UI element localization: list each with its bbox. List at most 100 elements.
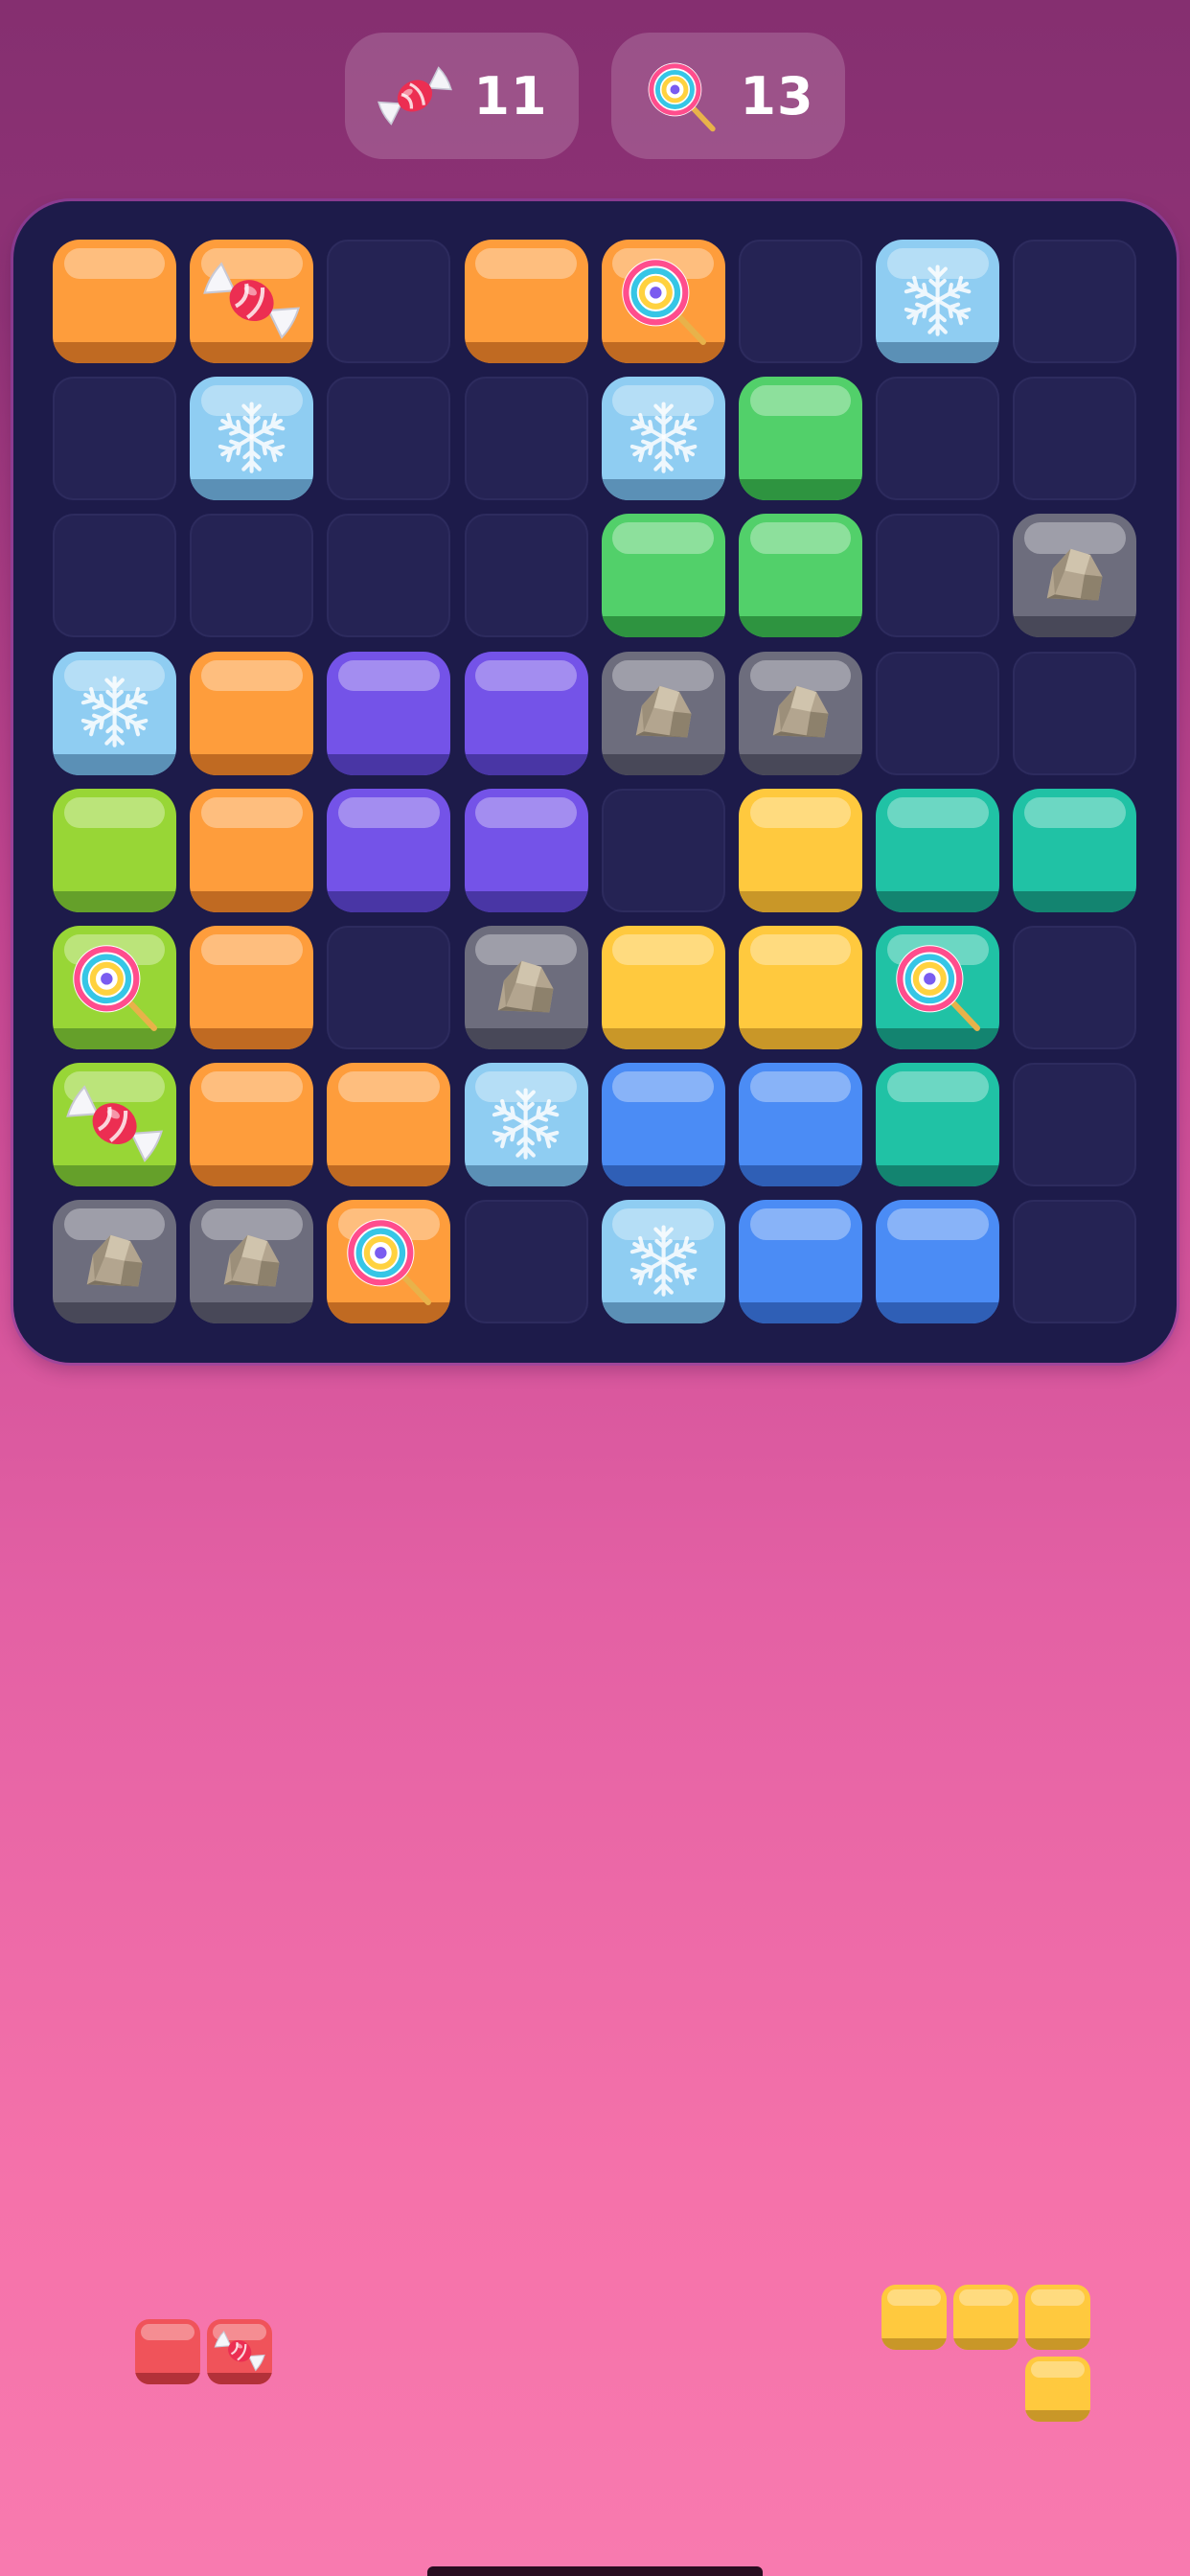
empty-cell[interactable] bbox=[1013, 1200, 1137, 1324]
blue-tile bbox=[739, 1200, 862, 1324]
empty-cell[interactable] bbox=[464, 377, 588, 501]
tile-gloss bbox=[200, 934, 303, 966]
orange-lollipop-tile bbox=[327, 1200, 451, 1324]
ice-snowflake-tile bbox=[876, 240, 1000, 363]
purple-tile bbox=[327, 651, 451, 775]
tile-shadow bbox=[953, 2338, 1018, 2350]
tray-yellow-block bbox=[1025, 2285, 1090, 2350]
yellow-tile bbox=[601, 926, 725, 1049]
lime-tile bbox=[53, 788, 176, 912]
empty-cell[interactable] bbox=[53, 514, 176, 638]
tile-shadow bbox=[190, 1028, 314, 1049]
tile-gloss bbox=[338, 659, 440, 691]
tile-gloss bbox=[886, 1071, 989, 1103]
teal-tile bbox=[876, 788, 1000, 912]
wrapped-candy-icon bbox=[203, 261, 301, 339]
green-tile bbox=[739, 377, 862, 501]
tile-shadow bbox=[739, 890, 862, 912]
tray-yellow-block bbox=[881, 2285, 947, 2350]
tile-shadow bbox=[1025, 2338, 1090, 2350]
empty-cell[interactable] bbox=[464, 514, 588, 638]
game-board[interactable] bbox=[13, 201, 1177, 1363]
tile-shadow bbox=[601, 1165, 725, 1187]
green-tile bbox=[601, 514, 725, 638]
tile-gloss bbox=[959, 2288, 1013, 2306]
ice-snowflake-tile bbox=[601, 1200, 725, 1324]
tile-gloss bbox=[886, 796, 989, 829]
tile-shadow bbox=[53, 890, 176, 912]
empty-cell[interactable] bbox=[53, 377, 176, 501]
tile-gloss bbox=[63, 248, 166, 280]
empty-cell[interactable] bbox=[739, 240, 862, 363]
empty-cell[interactable] bbox=[327, 926, 451, 1049]
orange-tile bbox=[190, 1063, 314, 1187]
blue-tile bbox=[876, 1200, 1000, 1324]
empty-cell[interactable] bbox=[1013, 240, 1137, 363]
tile-shadow bbox=[190, 753, 314, 775]
tile-shadow bbox=[876, 1165, 1000, 1187]
snowflake-icon bbox=[629, 402, 698, 473]
lollipop-icon bbox=[648, 62, 717, 132]
tile-gloss bbox=[887, 2288, 941, 2306]
tile-gloss bbox=[749, 522, 852, 554]
tile-gloss bbox=[475, 659, 577, 691]
gray-rock-tile bbox=[601, 651, 725, 775]
tile-shadow bbox=[190, 890, 314, 912]
empty-cell[interactable] bbox=[190, 514, 314, 638]
snowflake-icon bbox=[217, 402, 286, 473]
orange-tile bbox=[190, 788, 314, 912]
lollipop-icon bbox=[621, 258, 706, 345]
empty-cell[interactable] bbox=[601, 788, 725, 912]
goal-counters: 11 13 bbox=[0, 33, 1190, 159]
rock-icon bbox=[772, 685, 829, 738]
tile-shadow bbox=[601, 1028, 725, 1049]
candy-goal-counter: 11 bbox=[345, 33, 579, 159]
blue-tile bbox=[739, 1063, 862, 1187]
empty-cell[interactable] bbox=[327, 377, 451, 501]
empty-cell[interactable] bbox=[876, 514, 1000, 638]
tile-gloss bbox=[338, 1071, 440, 1103]
tile-shadow bbox=[135, 2373, 200, 2384]
tile-gloss bbox=[63, 796, 166, 829]
tile-shadow bbox=[327, 1165, 451, 1187]
blue-tile bbox=[601, 1063, 725, 1187]
tile-gloss bbox=[612, 1071, 715, 1103]
gray-rock-tile bbox=[190, 1200, 314, 1324]
orange-tile bbox=[327, 1063, 451, 1187]
snowflake-icon bbox=[80, 676, 149, 748]
tile-shadow bbox=[327, 753, 451, 775]
ice-snowflake-tile bbox=[190, 377, 314, 501]
candy-goal-count: 11 bbox=[473, 65, 548, 126]
teal-lollipop-tile bbox=[876, 926, 1000, 1049]
empty-cell[interactable] bbox=[1013, 1063, 1137, 1187]
orange-lollipop-tile bbox=[601, 240, 725, 363]
rock-icon bbox=[86, 1234, 143, 1287]
tile-shadow bbox=[739, 616, 862, 638]
purple-tile bbox=[464, 651, 588, 775]
tile-shadow bbox=[739, 1028, 862, 1049]
empty-cell[interactable] bbox=[1013, 926, 1137, 1049]
tile-gloss bbox=[749, 934, 852, 966]
empty-cell[interactable] bbox=[1013, 377, 1137, 501]
empty-cell[interactable] bbox=[327, 240, 451, 363]
empty-cell[interactable] bbox=[464, 1200, 588, 1324]
empty-cell[interactable] bbox=[327, 514, 451, 638]
lollipop-goal-count: 13 bbox=[740, 65, 814, 126]
empty-cell[interactable] bbox=[1013, 651, 1137, 775]
tile-shadow bbox=[327, 890, 451, 912]
gray-rock-tile bbox=[464, 926, 588, 1049]
tile-shadow bbox=[464, 753, 588, 775]
gray-rock-tile bbox=[739, 651, 862, 775]
yellow-tile bbox=[739, 788, 862, 912]
tray-red-candy-block bbox=[207, 2319, 272, 2384]
tile-gloss bbox=[141, 2323, 195, 2340]
purple-tile bbox=[464, 788, 588, 912]
empty-cell[interactable] bbox=[876, 377, 1000, 501]
tile-gloss bbox=[612, 522, 715, 554]
empty-cell[interactable] bbox=[876, 651, 1000, 775]
ice-snowflake-tile bbox=[601, 377, 725, 501]
tile-shadow bbox=[464, 890, 588, 912]
yellow-tile bbox=[739, 926, 862, 1049]
tile-gloss bbox=[749, 385, 852, 417]
tile-gloss bbox=[749, 1208, 852, 1240]
